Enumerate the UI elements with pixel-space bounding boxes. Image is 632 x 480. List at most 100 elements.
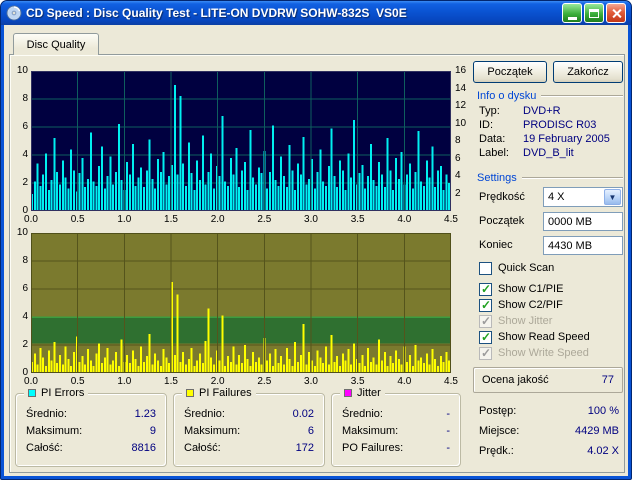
- stat-label: Średnio:: [26, 408, 67, 420]
- axis-tick: 3.0: [304, 376, 318, 387]
- stat-row: Całość: 172: [184, 442, 314, 455]
- maximize-icon: [589, 8, 599, 18]
- progress-row: Postęp: 100 %: [479, 405, 619, 418]
- show-jitter-checkbox: Show Jitter: [479, 314, 552, 328]
- disc-label-row: Label: DVD_B_lit: [479, 147, 623, 160]
- start-button[interactable]: Początek: [473, 61, 547, 83]
- stat-row: Średnio: 1.23: [26, 408, 156, 421]
- checkbox-label: Show Write Speed: [498, 347, 589, 359]
- minimize-icon: [567, 16, 577, 20]
- checkbox-label: Show Read Speed: [498, 331, 590, 343]
- checkbox-label: Show Jitter: [498, 315, 553, 327]
- show-read-speed-checkbox[interactable]: Show Read Speed: [479, 330, 590, 344]
- exit-button[interactable]: Zakończ: [553, 61, 623, 83]
- stat-label: Średnio:: [342, 408, 383, 420]
- axis-tick: 8: [22, 255, 28, 266]
- axis-tick: 10: [16, 65, 28, 76]
- stat-value: -: [446, 408, 450, 420]
- stat-value: -: [446, 442, 450, 454]
- tab-disc-quality[interactable]: Disc Quality: [13, 33, 99, 55]
- stat-label: Maksimum:: [26, 425, 83, 437]
- status-value: 4429 MB: [574, 425, 619, 437]
- titlebar[interactable]: CD Speed : Disc Quality Test - LITE-ON D…: [1, 1, 631, 25]
- app-window: CD Speed : Disc Quality Test - LITE-ON D…: [0, 0, 632, 480]
- axis-tick: 4: [455, 170, 461, 181]
- disc-date-row: Data: 19 February 2005: [479, 133, 623, 146]
- info-label: Label:: [479, 147, 509, 159]
- start-mb-label: Początek: [479, 215, 525, 227]
- info-value: DVD_B_lit: [523, 147, 574, 159]
- axis-tick: 8: [22, 93, 28, 104]
- info-label: ID:: [479, 119, 494, 131]
- stat-value: -: [446, 425, 450, 437]
- stat-row: Całość: 8816: [26, 442, 156, 455]
- start-mb-input[interactable]: [543, 212, 623, 231]
- info-label: Typ:: [479, 105, 500, 117]
- end-mb-input[interactable]: [543, 236, 623, 255]
- info-label: Data:: [479, 133, 506, 145]
- axis-tick: 2: [22, 177, 28, 188]
- speed-select[interactable]: 4 X ▼: [543, 187, 623, 207]
- disc-id-row: ID: PRODISC R03: [479, 119, 623, 132]
- stat-row: Maksimum: 6: [184, 425, 314, 438]
- checkbox-box[interactable]: [479, 298, 492, 312]
- axis-tick: 10: [16, 227, 28, 238]
- stat-label: Całość:: [184, 442, 221, 454]
- axis-tick: 16: [455, 65, 467, 76]
- stat-row: Średnio: -: [342, 408, 450, 421]
- group-title-label: Jitter: [357, 387, 381, 399]
- stat-label: Średnio:: [184, 408, 225, 420]
- info-value: 19 February 2005: [523, 133, 610, 145]
- axis-tick: 8: [455, 135, 461, 146]
- checkbox-label: Show C2/PIF: [498, 299, 563, 311]
- show-c2pif-checkbox[interactable]: Show C2/PIF: [479, 298, 563, 312]
- group-title: PI Failures: [182, 387, 256, 399]
- maximize-button[interactable]: [584, 3, 604, 23]
- stat-label: PO Failures:: [342, 442, 404, 454]
- quality-score-label: Ocena jakość: [482, 374, 549, 386]
- pi-errors-color-swatch: [28, 389, 36, 397]
- disc-info-header: Info o dysku: [477, 89, 623, 102]
- stat-row: Średnio: 0.02: [184, 408, 314, 421]
- axis-tick: 4.0: [397, 376, 412, 387]
- stat-value: 8816: [131, 442, 156, 454]
- info-value: DVD+R: [523, 105, 561, 117]
- axis-tick: 2.5: [257, 214, 272, 225]
- titlebar-buttons: [562, 3, 626, 23]
- divider: [521, 177, 623, 178]
- status-value: 100 %: [587, 405, 619, 417]
- speed-row: Prędk.: 4.02 X: [479, 445, 619, 458]
- group-title-label: PI Failures: [199, 387, 252, 399]
- axis-tick: 6: [22, 283, 28, 294]
- close-button[interactable]: [606, 3, 626, 23]
- quality-score-value: 77: [601, 374, 614, 386]
- group-title: Jitter: [340, 387, 385, 399]
- quality-score-box: Ocena jakość 77: [473, 367, 623, 393]
- pi-errors-chart: 10 8 6 4 2 0 16 14 12 10 8 6 4 2 0.0 0.5 1.0 1.5 2.0 2.5 3.0…: [13, 65, 471, 227]
- checkbox-box[interactable]: [479, 261, 492, 275]
- minimize-button[interactable]: [562, 3, 582, 23]
- status-value: 4.02 X: [587, 445, 619, 457]
- stat-row: Maksimum: 9: [26, 425, 156, 438]
- axis-tick: 2: [455, 187, 461, 199]
- axis-tick: 6: [455, 152, 461, 164]
- stat-label: Maksimum:: [184, 425, 241, 437]
- checkbox-label: Show C1/PIE: [498, 283, 564, 295]
- checkbox-box: [479, 346, 492, 360]
- position-row: Miejsce: 4429 MB: [479, 425, 619, 438]
- quick-scan-checkbox[interactable]: Quick Scan: [479, 261, 554, 275]
- show-c1pie-checkbox[interactable]: Show C1/PIE: [479, 282, 563, 296]
- pi-errors-stats-box: PI Errors Średnio: 1.23 Maksimum: 9 Całość…: [15, 387, 167, 467]
- settings-header-label: Settings: [477, 171, 517, 184]
- checkbox-box[interactable]: [479, 330, 492, 344]
- window-title: CD Speed : Disc Quality Test - LITE-ON D…: [26, 6, 407, 20]
- stat-value: 6: [307, 425, 314, 437]
- axis-tick: 10: [455, 117, 467, 129]
- disc-info-header-label: Info o dysku: [477, 89, 537, 102]
- checkbox-box[interactable]: [479, 282, 492, 296]
- jitter-stats-box: Jitter Średnio: - Maksimum: - PO Failures:…: [331, 387, 461, 467]
- chevron-down-icon[interactable]: ▼: [604, 189, 621, 205]
- checkbox-label: Quick Scan: [498, 262, 555, 274]
- disc-type-row: Typ: DVD+R: [479, 105, 623, 118]
- axis-tick: 4.5: [444, 214, 458, 225]
